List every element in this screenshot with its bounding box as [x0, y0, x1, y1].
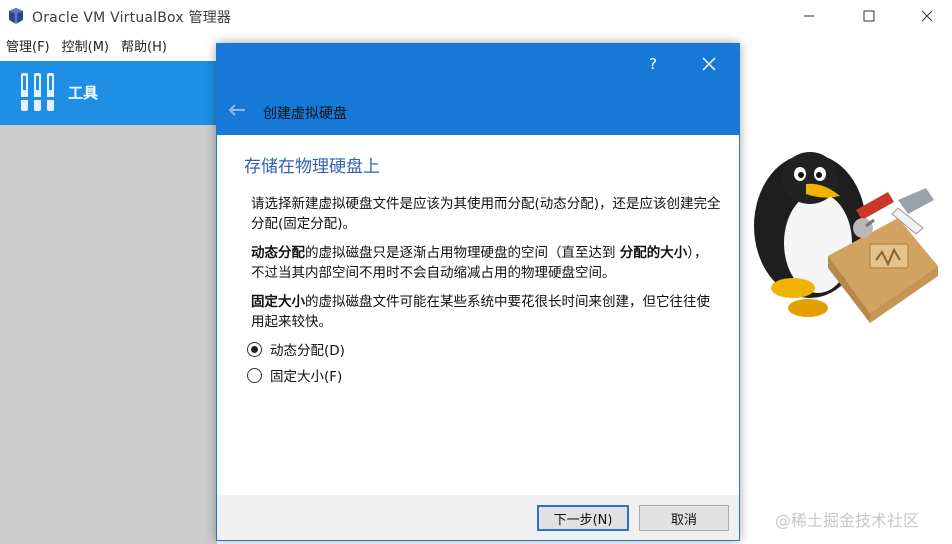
title-bar: Oracle VM VirtualBox 管理器 — [0, 0, 952, 32]
paragraph-text: 的虚拟磁盘只是逐渐占用物理硬盘的空间（直至达到 — [305, 245, 620, 261]
paragraph-text: 的虚拟磁盘文件可能在某些系统中要花很长时间来创建，但它往往使用起来较快。 — [251, 294, 710, 330]
description-text: 请选择新建虚拟硬盘文件是应该为其使用而分配(动态分配)，还是应该创建完全分配(固… — [251, 196, 721, 232]
menu-help[interactable]: 帮助(H) — [115, 37, 173, 59]
fixed-size-paragraph: 固定大小的虚拟磁盘文件可能在某些系统中要花很长时间来创建，但它往往使用起来较快。 — [251, 292, 721, 332]
dialog-body: 存储在物理硬盘上 请选择新建虚拟硬盘文件是应该为其使用而分配(动态分配)，还是应… — [217, 135, 739, 495]
virtualbox-logo-icon — [9, 8, 23, 24]
vm-list-panel — [0, 125, 217, 544]
cancel-button[interactable]: 取消 — [639, 505, 729, 531]
maximize-button[interactable] — [846, 0, 892, 32]
dialog-close-button[interactable] — [697, 52, 721, 76]
maximize-icon — [863, 10, 875, 22]
watermark: @稀土掘金技术社区 — [775, 511, 920, 530]
next-button[interactable]: 下一步(N) — [537, 505, 629, 531]
radio-dynamic-allocation[interactable]: 动态分配(D) — [247, 339, 345, 359]
radio-dot — [251, 345, 258, 353]
menu-bar: 管理(F) 控制(M) 帮助(H) — [0, 37, 173, 59]
close-icon — [921, 10, 933, 22]
menu-control[interactable]: 控制(M) — [56, 37, 115, 59]
radio-button-selected[interactable] — [247, 341, 262, 357]
tools-label: 工具 — [68, 84, 99, 102]
back-arrow-icon — [228, 104, 245, 116]
dynamic-allocation-paragraph: 动态分配的虚拟磁盘只是逐渐占用物理硬盘的空间（直至达到 分配的大小），不过当其内… — [251, 243, 721, 283]
dialog-footer: 下一步(N) 取消 — [217, 495, 739, 540]
close-window-button[interactable] — [904, 0, 950, 32]
sidebar-item-tools[interactable] — [0, 61, 217, 125]
virtualbox-manager-window: Oracle VM VirtualBox 管理器 管理(F) 控制(M) 帮助(… — [0, 0, 952, 544]
bold-term: 动态分配 — [251, 245, 305, 261]
tools-icon — [21, 73, 54, 111]
bold-term: 固定大小 — [251, 294, 305, 310]
tux-toolbox-illustration — [754, 152, 938, 323]
dialog-heading: 创建虚拟硬盘 — [263, 106, 347, 122]
back-button[interactable] — [225, 100, 249, 120]
create-virtual-disk-dialog: ? 创建虚拟硬盘 存储在物理硬盘上 请选择新建虚拟硬盘文件是应该为其使用而分配(… — [216, 43, 740, 541]
help-button[interactable]: ? — [641, 52, 665, 76]
radio-button[interactable] — [247, 367, 262, 383]
close-icon — [702, 57, 716, 71]
section-title: 存储在物理硬盘上 — [244, 157, 380, 177]
radio-fixed-size[interactable]: 固定大小(F) — [247, 365, 342, 385]
minimize-button[interactable] — [786, 0, 832, 32]
bold-term: 分配的大小 — [619, 245, 688, 261]
window-title: Oracle VM VirtualBox 管理器 — [32, 10, 232, 26]
description-paragraph: 请选择新建虚拟硬盘文件是应该为其使用而分配(动态分配)，还是应该创建完全分配(固… — [251, 194, 721, 234]
radio-label[interactable]: 固定大小(F) — [270, 365, 342, 385]
dialog-header: ? 创建虚拟硬盘 — [217, 44, 739, 135]
menu-manage[interactable]: 管理(F) — [0, 37, 56, 59]
radio-label[interactable]: 动态分配(D) — [270, 339, 345, 359]
minimize-icon — [804, 15, 814, 17]
